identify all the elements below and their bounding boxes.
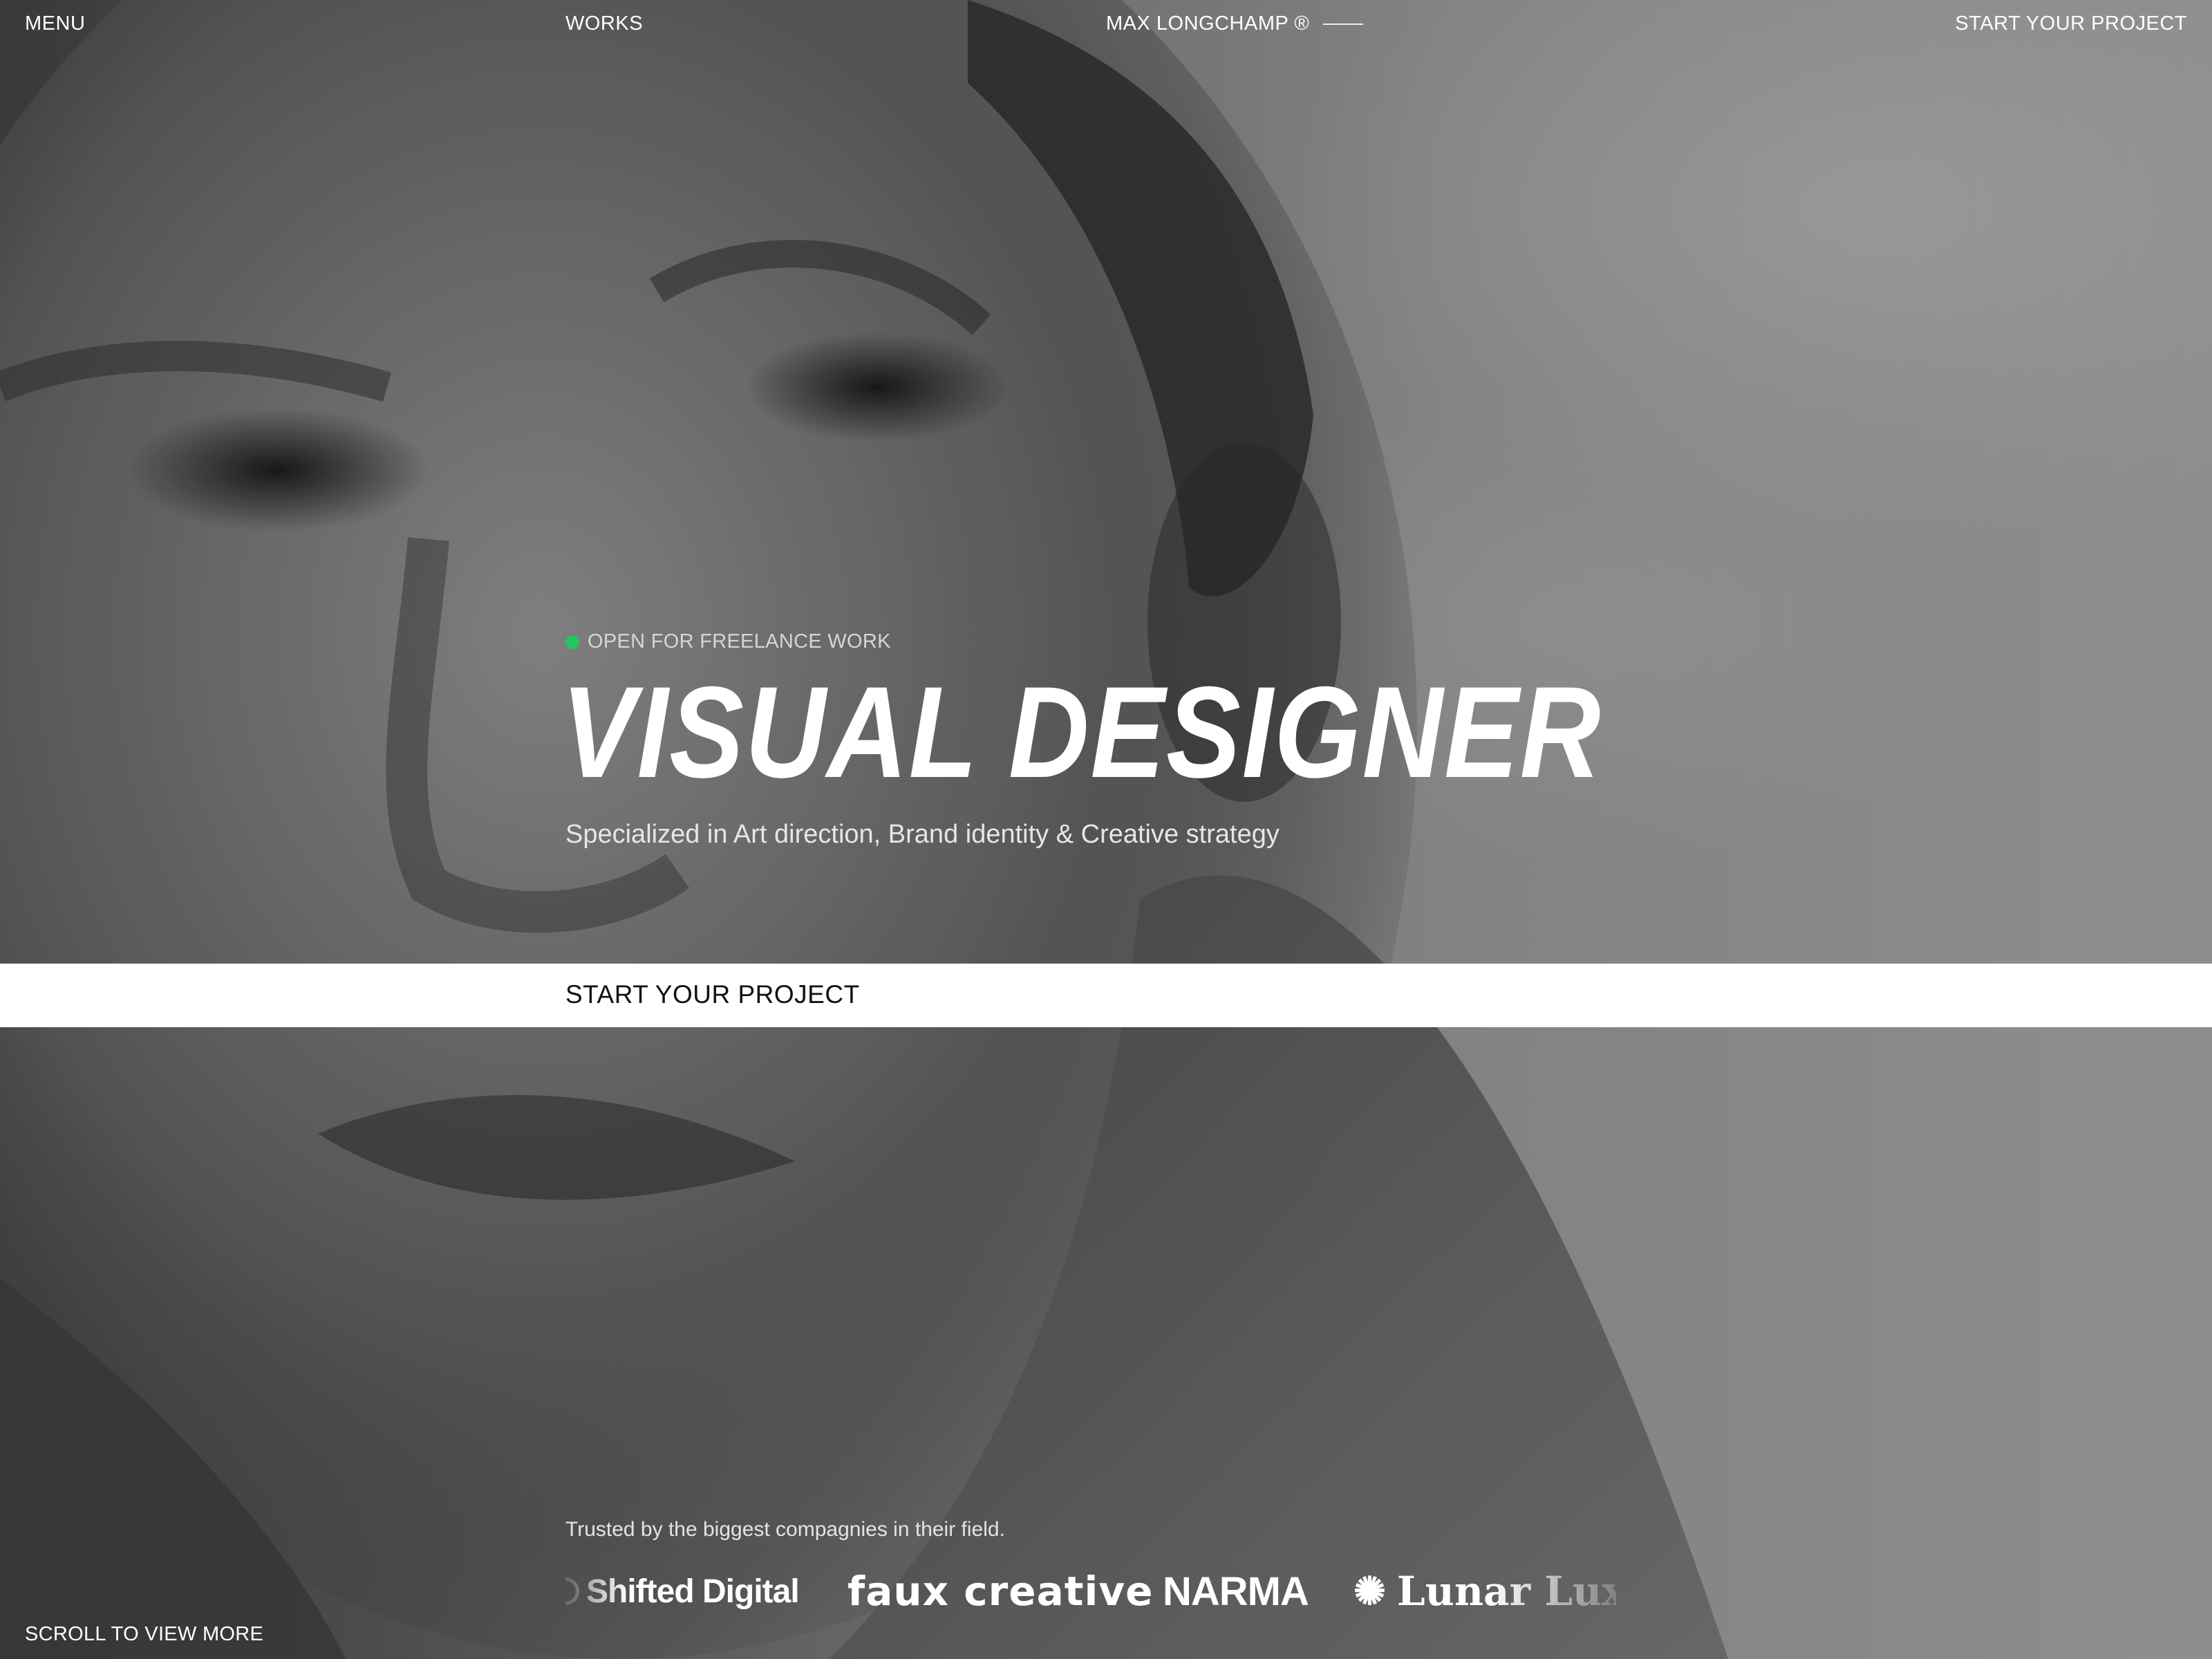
start-project-button[interactable]: START YOUR PROJECT (0, 964, 2212, 1027)
availability-status: OPEN FOR FREELANCE WORK (565, 630, 891, 653)
clients-intro: Trusted by the biggest compagnies in the… (565, 1518, 1005, 1541)
start-project-button-label: START YOUR PROJECT (565, 980, 860, 1009)
shifted-digital-mark-icon (565, 1577, 579, 1605)
client-logo-narma: NARMA (1163, 1564, 1309, 1619)
brand-logo-link[interactable]: MAX LONGCHAMP ® (1106, 12, 1364, 35)
start-project-nav-link[interactable]: START YOUR PROJECT (1955, 12, 2187, 35)
client-logo-text: Lunar Luxe (1396, 1568, 1616, 1615)
client-logos-marquee: Shifted Digital faux creative NARMA ✺ Lu… (565, 1564, 1616, 1619)
scroll-hint: SCROLL TO VIEW MORE (25, 1623, 264, 1645)
top-navigation: MENU WORKS MAX LONGCHAMP ® START YOUR PR… (0, 0, 2212, 48)
client-logo-text: faux creative (847, 1568, 1154, 1615)
client-logo-faux-creative: faux creative (847, 1564, 1153, 1619)
client-logo-lunar-luxe: ✺ Lunar Luxe (1353, 1564, 1616, 1619)
client-logo-text: Shifted Digital (586, 1573, 800, 1610)
client-logo-text: NARMA (1163, 1568, 1309, 1614)
status-dot-icon (565, 635, 579, 649)
client-logo-shifted-digital: Shifted Digital (565, 1564, 800, 1619)
hero-title: VISUAL DESIGNER (561, 659, 1602, 805)
sunburst-icon: ✺ (1353, 1568, 1386, 1614)
hero-subtitle: Specialized in Art direction, Brand iden… (565, 820, 1280, 849)
brand-divider-line (1323, 23, 1364, 25)
works-link[interactable]: WORKS (565, 12, 643, 35)
availability-label: OPEN FOR FREELANCE WORK (588, 630, 891, 653)
brand-name: MAX LONGCHAMP ® (1106, 12, 1310, 35)
menu-link[interactable]: MENU (25, 12, 85, 35)
